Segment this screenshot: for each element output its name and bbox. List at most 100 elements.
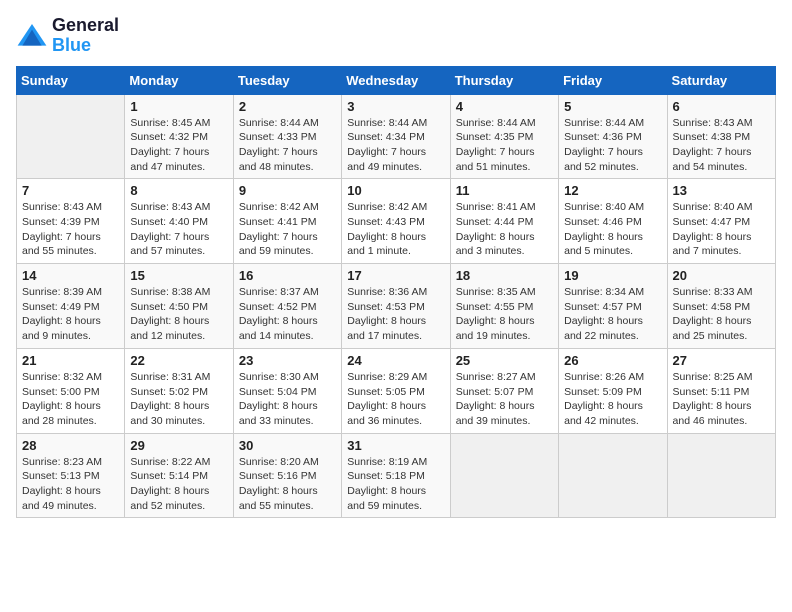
day-info: Sunrise: 8:39 AM Sunset: 4:49 PM Dayligh… xyxy=(22,285,119,344)
day-number: 9 xyxy=(239,183,336,198)
day-info: Sunrise: 8:44 AM Sunset: 4:33 PM Dayligh… xyxy=(239,116,336,175)
logo-icon xyxy=(16,20,48,52)
day-number: 30 xyxy=(239,438,336,453)
day-number: 28 xyxy=(22,438,119,453)
day-number: 16 xyxy=(239,268,336,283)
day-number: 25 xyxy=(456,353,553,368)
day-number: 24 xyxy=(347,353,444,368)
calendar-header: SundayMondayTuesdayWednesdayThursdayFrid… xyxy=(17,66,776,94)
day-info: Sunrise: 8:30 AM Sunset: 5:04 PM Dayligh… xyxy=(239,370,336,429)
weekday-header: Friday xyxy=(559,66,667,94)
day-info: Sunrise: 8:32 AM Sunset: 5:00 PM Dayligh… xyxy=(22,370,119,429)
calendar-cell: 1 Sunrise: 8:45 AM Sunset: 4:32 PM Daylig… xyxy=(125,94,233,179)
calendar-cell: 13 Sunrise: 8:40 AM Sunset: 4:47 PM Dayli… xyxy=(667,179,775,264)
day-info: Sunrise: 8:19 AM Sunset: 5:18 PM Dayligh… xyxy=(347,455,444,514)
day-number: 31 xyxy=(347,438,444,453)
day-info: Sunrise: 8:35 AM Sunset: 4:55 PM Dayligh… xyxy=(456,285,553,344)
calendar-cell: 3Sunrise: 8:44 AM Sunset: 4:34 PM Daylig… xyxy=(342,94,450,179)
calendar-cell: 5 Sunrise: 8:44 AM Sunset: 4:36 PM Daylig… xyxy=(559,94,667,179)
day-info: Sunrise: 8:27 AM Sunset: 5:07 PM Dayligh… xyxy=(456,370,553,429)
day-number: 8 xyxy=(130,183,227,198)
weekday-header: Saturday xyxy=(667,66,775,94)
day-info: Sunrise: 8:40 AM Sunset: 4:46 PM Dayligh… xyxy=(564,200,661,259)
header-row: SundayMondayTuesdayWednesdayThursdayFrid… xyxy=(17,66,776,94)
day-info: Sunrise: 8:23 AM Sunset: 5:13 PM Dayligh… xyxy=(22,455,119,514)
day-info: Sunrise: 8:31 AM Sunset: 5:02 PM Dayligh… xyxy=(130,370,227,429)
day-number: 22 xyxy=(130,353,227,368)
calendar-cell: 20 Sunrise: 8:33 AM Sunset: 4:58 PM Dayli… xyxy=(667,264,775,349)
calendar-cell xyxy=(450,433,558,518)
calendar-cell: 10 Sunrise: 8:42 AM Sunset: 4:43 PM Dayli… xyxy=(342,179,450,264)
calendar-cell: 11 Sunrise: 8:41 AM Sunset: 4:44 PM Dayli… xyxy=(450,179,558,264)
day-number: 10 xyxy=(347,183,444,198)
calendar-week: 21 Sunrise: 8:32 AM Sunset: 5:00 PM Dayli… xyxy=(17,348,776,433)
calendar-cell: 29 Sunrise: 8:22 AM Sunset: 5:14 PM Dayli… xyxy=(125,433,233,518)
day-info: Sunrise: 8:45 AM Sunset: 4:32 PM Dayligh… xyxy=(130,116,227,175)
day-info: Sunrise: 8:42 AM Sunset: 4:43 PM Dayligh… xyxy=(347,200,444,259)
day-info: Sunrise: 8:40 AM Sunset: 4:47 PM Dayligh… xyxy=(673,200,770,259)
day-number: 6 xyxy=(673,99,770,114)
day-info: Sunrise: 8:25 AM Sunset: 5:11 PM Dayligh… xyxy=(673,370,770,429)
day-number: 1 xyxy=(130,99,227,114)
calendar-cell xyxy=(559,433,667,518)
day-number: 5 xyxy=(564,99,661,114)
day-number: 14 xyxy=(22,268,119,283)
day-info: Sunrise: 8:22 AM Sunset: 5:14 PM Dayligh… xyxy=(130,455,227,514)
day-number: 21 xyxy=(22,353,119,368)
day-number: 12 xyxy=(564,183,661,198)
day-number: 20 xyxy=(673,268,770,283)
page-header: General Blue xyxy=(16,16,776,56)
calendar-body: 1 Sunrise: 8:45 AM Sunset: 4:32 PM Daylig… xyxy=(17,94,776,518)
day-number: 29 xyxy=(130,438,227,453)
day-number: 7 xyxy=(22,183,119,198)
day-number: 11 xyxy=(456,183,553,198)
day-info: Sunrise: 8:43 AM Sunset: 4:39 PM Dayligh… xyxy=(22,200,119,259)
calendar-cell: 31 Sunrise: 8:19 AM Sunset: 5:18 PM Dayli… xyxy=(342,433,450,518)
calendar-cell: 19 Sunrise: 8:34 AM Sunset: 4:57 PM Dayli… xyxy=(559,264,667,349)
day-number: 23 xyxy=(239,353,336,368)
calendar-week: 28 Sunrise: 8:23 AM Sunset: 5:13 PM Dayli… xyxy=(17,433,776,518)
day-number: 13 xyxy=(673,183,770,198)
calendar-week: 7 Sunrise: 8:43 AM Sunset: 4:39 PM Daylig… xyxy=(17,179,776,264)
day-number: 4 xyxy=(456,99,553,114)
weekday-header: Wednesday xyxy=(342,66,450,94)
day-info: Sunrise: 8:38 AM Sunset: 4:50 PM Dayligh… xyxy=(130,285,227,344)
calendar-cell: 6Sunrise: 8:43 AM Sunset: 4:38 PM Daylig… xyxy=(667,94,775,179)
calendar-cell: 25 Sunrise: 8:27 AM Sunset: 5:07 PM Dayli… xyxy=(450,348,558,433)
calendar-cell: 30Sunrise: 8:20 AM Sunset: 5:16 PM Dayli… xyxy=(233,433,341,518)
day-number: 27 xyxy=(673,353,770,368)
calendar-cell: 21 Sunrise: 8:32 AM Sunset: 5:00 PM Dayli… xyxy=(17,348,125,433)
logo-text: General Blue xyxy=(52,16,119,56)
weekday-header: Tuesday xyxy=(233,66,341,94)
day-info: Sunrise: 8:44 AM Sunset: 4:36 PM Dayligh… xyxy=(564,116,661,175)
day-number: 17 xyxy=(347,268,444,283)
calendar-cell: 12 Sunrise: 8:40 AM Sunset: 4:46 PM Dayli… xyxy=(559,179,667,264)
calendar-cell xyxy=(667,433,775,518)
day-info: Sunrise: 8:37 AM Sunset: 4:52 PM Dayligh… xyxy=(239,285,336,344)
calendar-week: 1 Sunrise: 8:45 AM Sunset: 4:32 PM Daylig… xyxy=(17,94,776,179)
calendar-cell: 18 Sunrise: 8:35 AM Sunset: 4:55 PM Dayli… xyxy=(450,264,558,349)
day-info: Sunrise: 8:42 AM Sunset: 4:41 PM Dayligh… xyxy=(239,200,336,259)
calendar-cell: 16 Sunrise: 8:37 AM Sunset: 4:52 PM Dayli… xyxy=(233,264,341,349)
day-number: 26 xyxy=(564,353,661,368)
calendar-cell: 7 Sunrise: 8:43 AM Sunset: 4:39 PM Daylig… xyxy=(17,179,125,264)
day-number: 2 xyxy=(239,99,336,114)
day-info: Sunrise: 8:41 AM Sunset: 4:44 PM Dayligh… xyxy=(456,200,553,259)
calendar-cell: 28 Sunrise: 8:23 AM Sunset: 5:13 PM Dayli… xyxy=(17,433,125,518)
day-number: 19 xyxy=(564,268,661,283)
calendar-cell: 27 Sunrise: 8:25 AM Sunset: 5:11 PM Dayli… xyxy=(667,348,775,433)
calendar-cell xyxy=(17,94,125,179)
day-info: Sunrise: 8:26 AM Sunset: 5:09 PM Dayligh… xyxy=(564,370,661,429)
calendar-cell: 22 Sunrise: 8:31 AM Sunset: 5:02 PM Dayli… xyxy=(125,348,233,433)
day-info: Sunrise: 8:34 AM Sunset: 4:57 PM Dayligh… xyxy=(564,285,661,344)
calendar-table: SundayMondayTuesdayWednesdayThursdayFrid… xyxy=(16,66,776,519)
calendar-cell: 26 Sunrise: 8:26 AM Sunset: 5:09 PM Dayli… xyxy=(559,348,667,433)
calendar-cell: 2 Sunrise: 8:44 AM Sunset: 4:33 PM Daylig… xyxy=(233,94,341,179)
day-info: Sunrise: 8:44 AM Sunset: 4:34 PM Dayligh… xyxy=(347,116,444,175)
day-info: Sunrise: 8:36 AM Sunset: 4:53 PM Dayligh… xyxy=(347,285,444,344)
day-info: Sunrise: 8:29 AM Sunset: 5:05 PM Dayligh… xyxy=(347,370,444,429)
day-info: Sunrise: 8:33 AM Sunset: 4:58 PM Dayligh… xyxy=(673,285,770,344)
day-number: 18 xyxy=(456,268,553,283)
calendar-week: 14 Sunrise: 8:39 AM Sunset: 4:49 PM Dayli… xyxy=(17,264,776,349)
calendar-cell: 23 Sunrise: 8:30 AM Sunset: 5:04 PM Dayli… xyxy=(233,348,341,433)
